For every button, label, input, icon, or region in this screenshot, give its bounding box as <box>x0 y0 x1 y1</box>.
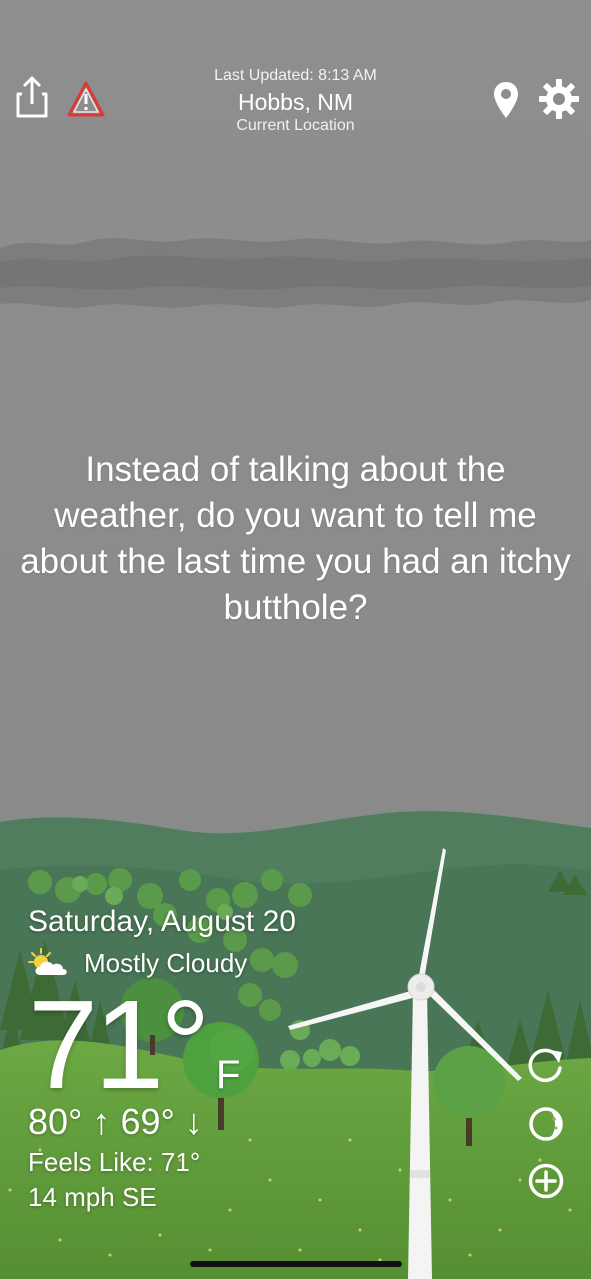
radar-button[interactable] <box>526 1104 566 1144</box>
refresh-button[interactable] <box>526 1046 566 1086</box>
temperature-unit[interactable]: F <box>216 1052 240 1098</box>
forecast-date: Saturday, August 20 <box>28 905 296 938</box>
forecast-message: Instead of talking about the weather, do… <box>20 450 571 627</box>
weather-app-screen: { "header": { "last_updated": "Last Upda… <box>0 0 591 1279</box>
home-indicator[interactable] <box>190 1261 402 1267</box>
add-circle-icon <box>528 1163 564 1199</box>
gear-icon <box>539 79 579 119</box>
location-button[interactable] <box>492 80 520 120</box>
high-low-temperature: 80° ↑ 69° ↓ <box>28 1101 203 1142</box>
add-location-button[interactable] <box>526 1161 566 1201</box>
feels-like-temperature: Feels Like: 71° <box>28 1147 201 1177</box>
settings-button[interactable] <box>538 78 580 120</box>
current-temperature[interactable]: 71° <box>28 980 211 1110</box>
moon-phase-icon <box>529 1107 563 1141</box>
refresh-icon <box>528 1048 562 1083</box>
map-pin-icon <box>494 82 518 118</box>
wind-speed: 14 mph SE <box>28 1182 157 1212</box>
